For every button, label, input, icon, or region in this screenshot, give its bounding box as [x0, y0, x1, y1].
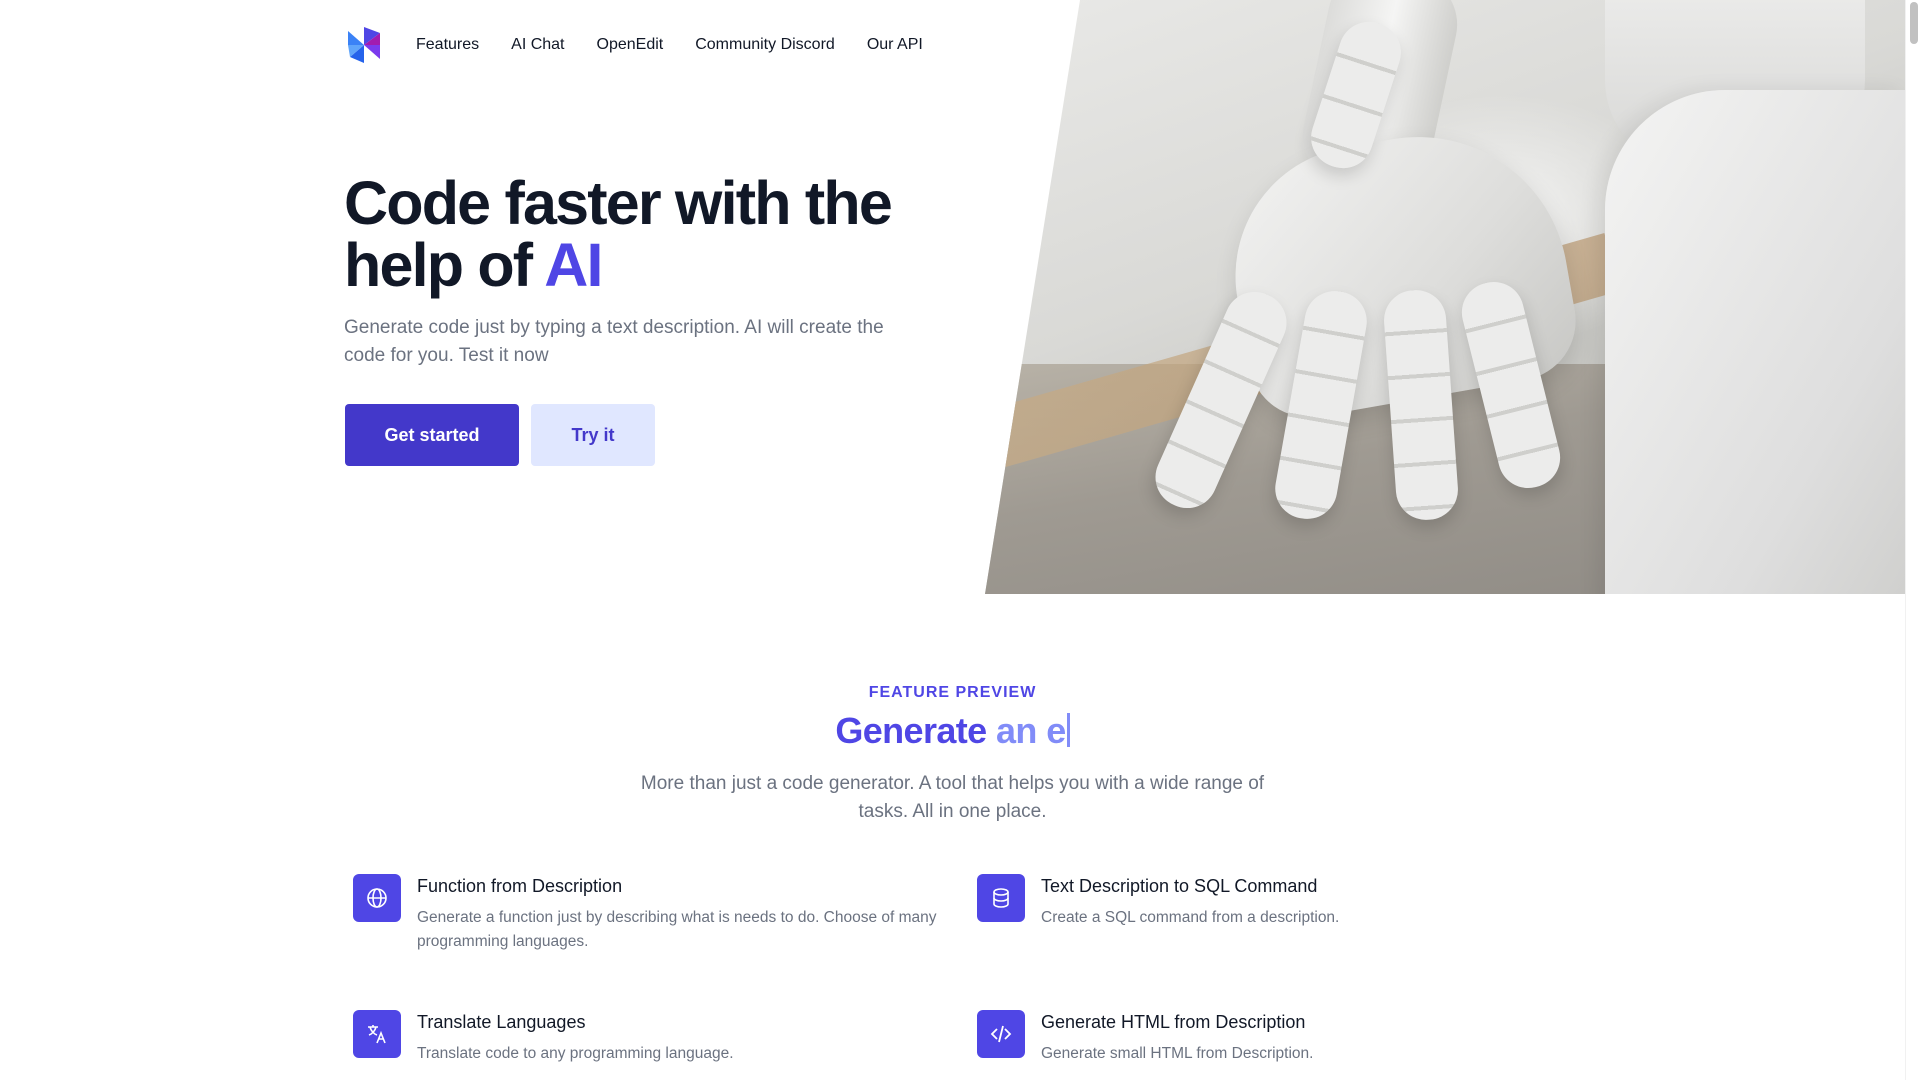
hero-section: Features AI Chat OpenEdit Community Disc… — [0, 0, 1905, 594]
feature-name: Function from Description — [417, 876, 623, 896]
hero-title: Code faster with the help of AI — [344, 172, 964, 296]
feature-name: Text Description to SQL Command — [1041, 876, 1318, 896]
hero-title-main: Code faster with the help of — [344, 169, 893, 299]
feature-name: Translate Languages — [417, 1012, 586, 1032]
feature-text: Translate code to any programming langua… — [417, 1045, 734, 1062]
typing-caret — [1066, 713, 1070, 747]
try-it-button[interactable]: Try it — [531, 404, 655, 466]
database-icon — [977, 874, 1025, 922]
feature-eyebrow: FEATURE PREVIEW — [868, 684, 1037, 701]
code-icon — [977, 1010, 1025, 1058]
top-navigation: Features AI Chat OpenEdit Community Disc… — [344, 22, 955, 68]
nav-link-openedit[interactable]: OpenEdit — [597, 36, 664, 54]
nav-link-ai-chat[interactable]: AI Chat — [511, 36, 564, 54]
feature-text: Create a SQL command from a description. — [1041, 909, 1340, 926]
nav-link-community-discord[interactable]: Community Discord — [695, 36, 835, 54]
robot-body-shape — [1605, 90, 1905, 594]
feature-title-typed: an e — [996, 710, 1066, 751]
nav-link-features[interactable]: Features — [416, 36, 479, 54]
globe-icon — [353, 874, 401, 922]
site-logo[interactable] — [344, 25, 384, 65]
nav-link-our-api[interactable]: Our API — [867, 36, 923, 54]
get-started-button[interactable]: Get started — [345, 404, 519, 466]
logo-icon — [348, 27, 380, 63]
robot-hand-photo — [985, 0, 1905, 594]
scrollbar-thumb[interactable] — [1910, 2, 1918, 44]
feature-text: Generate small HTML from Description. — [1041, 1045, 1314, 1062]
feature-title-static: Generate — [835, 710, 987, 751]
feature-description: More than just a code generator. A tool … — [640, 773, 1265, 822]
feature-text: Generate a function just by describing w… — [417, 909, 937, 950]
translate-icon — [353, 1010, 401, 1058]
feature-name: Generate HTML from Description — [1041, 1012, 1306, 1032]
hero-title-accent: AI — [544, 231, 603, 299]
hero-subtitle: Generate code just by typing a text desc… — [344, 317, 884, 366]
page-scrollbar[interactable] — [1905, 0, 1920, 1080]
feature-title: Generate an e — [0, 710, 1905, 752]
